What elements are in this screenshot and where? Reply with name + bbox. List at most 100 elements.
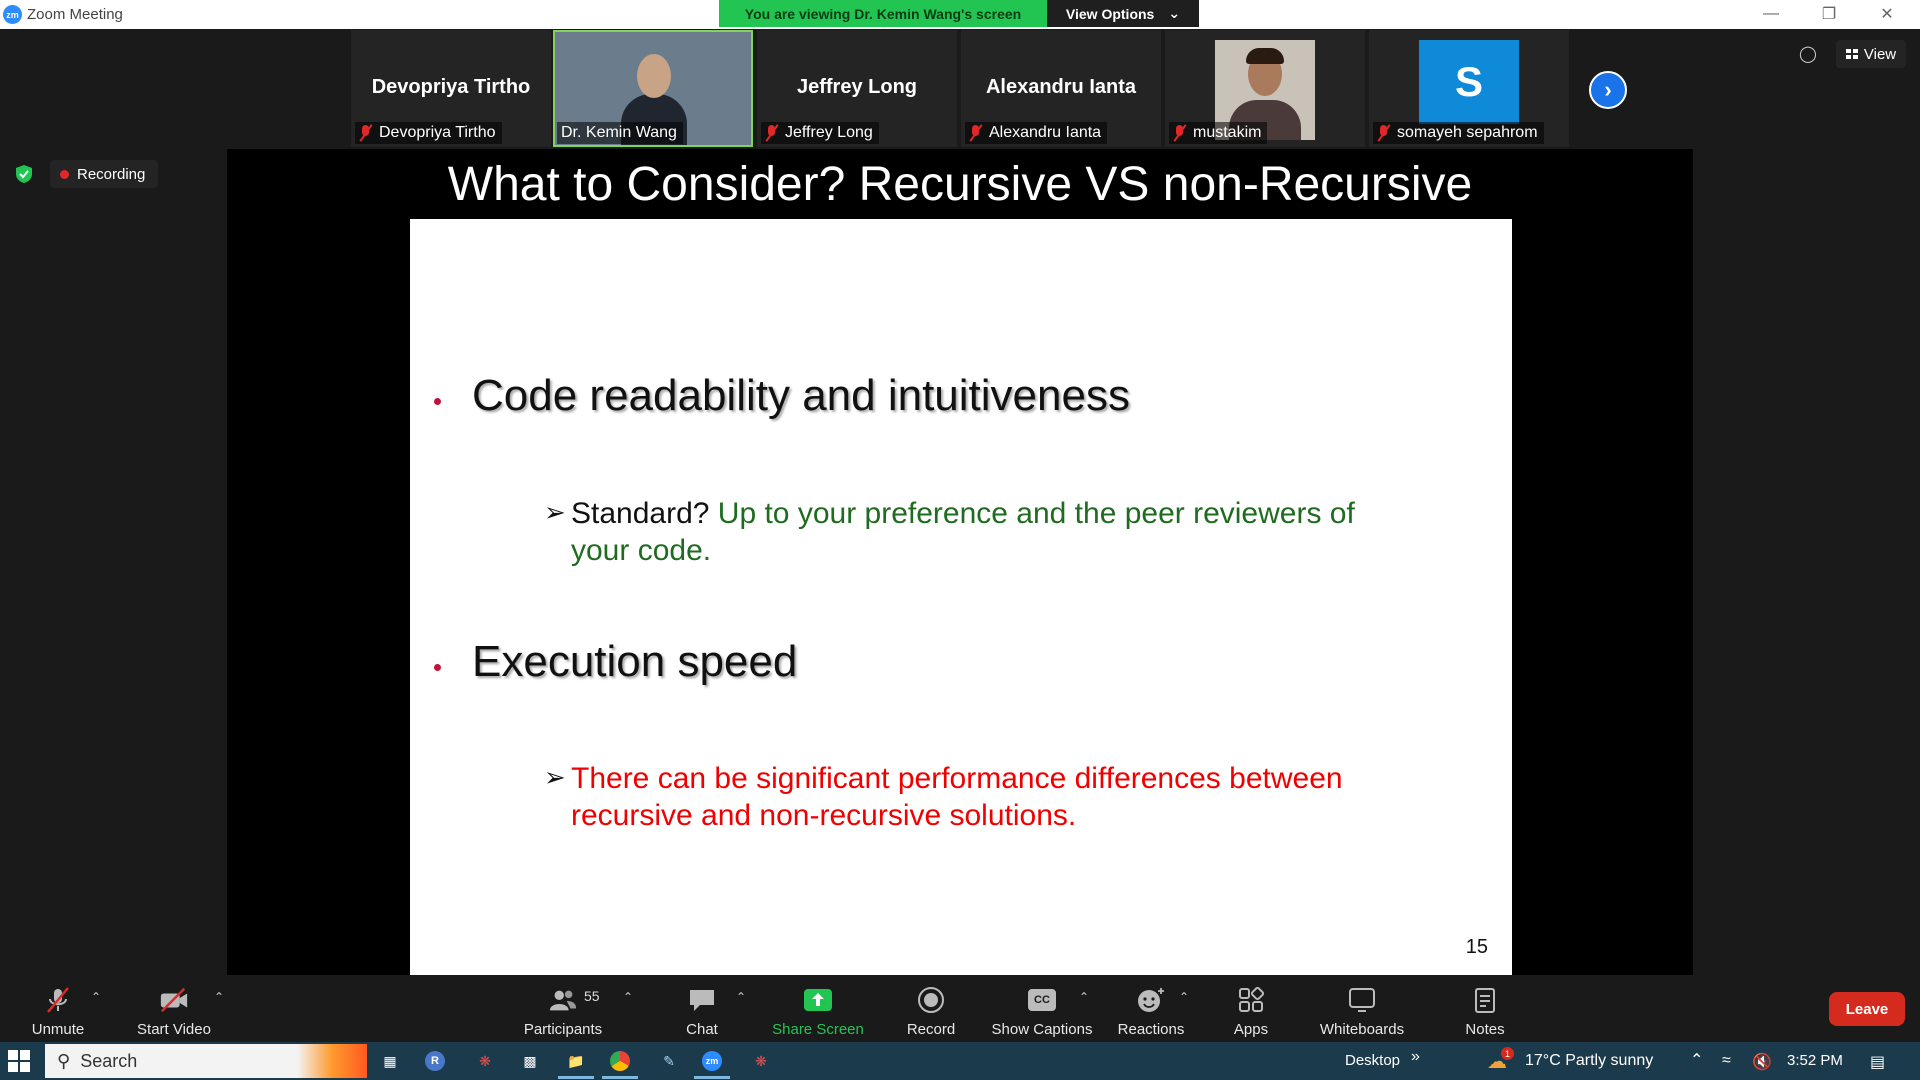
security-shield-icon[interactable] bbox=[14, 164, 34, 184]
notes-icon bbox=[1470, 987, 1500, 1013]
app-gear-icon[interactable]: ❋ bbox=[748, 1048, 774, 1074]
muted-mic-icon bbox=[1377, 125, 1391, 141]
whiteboards-button[interactable]: Whiteboards bbox=[1312, 976, 1412, 1042]
next-page-button[interactable]: › bbox=[1589, 71, 1627, 109]
notes-button[interactable]: Notes bbox=[1454, 976, 1516, 1042]
desktop-toolbar-label[interactable]: Desktop bbox=[1345, 1052, 1400, 1069]
participant-name-large: Jeffrey Long bbox=[796, 76, 918, 98]
unmute-button[interactable]: Unmute bbox=[24, 976, 92, 1042]
zoom-window: zm Zoom Meeting You are viewing Dr. Kemi… bbox=[0, 0, 1920, 1080]
weather-badge: 1 bbox=[1501, 1047, 1514, 1060]
chat-button[interactable]: Chat bbox=[672, 976, 732, 1042]
zoom-app-icon[interactable]: zm bbox=[702, 1051, 722, 1071]
whiteboards-label: Whiteboards bbox=[1319, 1021, 1405, 1038]
search-highlight-image bbox=[297, 1044, 367, 1078]
chevron-up-icon[interactable]: ⌃ bbox=[1079, 990, 1089, 1004]
weather-text[interactable]: 17°C Partly sunny bbox=[1525, 1052, 1653, 1070]
participant-tile-video[interactable]: Dr. Kemin Wang bbox=[553, 30, 753, 147]
participant-tile[interactable]: Jeffrey Long Jeffrey Long bbox=[757, 30, 957, 147]
shared-screen: What to Consider? Recursive VS non-Recur… bbox=[227, 149, 1693, 975]
reactions-label: Reactions bbox=[1117, 1021, 1185, 1038]
chevron-double-right-icon[interactable]: » bbox=[1411, 1048, 1420, 1066]
start-video-button[interactable]: Start Video bbox=[128, 976, 220, 1042]
chevron-down-icon: ⌄ bbox=[1168, 5, 1181, 21]
reactions-button[interactable]: Reactions bbox=[1110, 976, 1192, 1042]
task-view-icon[interactable]: ▦ bbox=[377, 1048, 403, 1074]
file-explorer-icon[interactable]: 📁 bbox=[563, 1048, 589, 1074]
notes-label: Notes bbox=[1465, 1021, 1505, 1038]
participants-strip bbox=[0, 29, 1920, 147]
chat-label: Chat bbox=[686, 1021, 718, 1038]
share-screen-label: Share Screen bbox=[772, 1021, 864, 1038]
participant-label: Jeffrey Long bbox=[761, 122, 879, 144]
participant-name: somayeh sepahrom bbox=[1397, 124, 1538, 141]
active-app-indicator bbox=[558, 1076, 594, 1079]
chevron-up-icon[interactable]: ⌃ bbox=[1179, 990, 1189, 1004]
volume-muted-icon[interactable]: 🔇 bbox=[1752, 1052, 1772, 1072]
restore-button[interactable]: ❐ bbox=[1806, 2, 1852, 26]
active-app-indicator bbox=[602, 1076, 638, 1079]
sub-point: Standard? Up to your preference and the … bbox=[571, 495, 1355, 569]
bullet-text: Code readability and intuitiveness bbox=[472, 371, 1130, 420]
terminal-icon[interactable]: ▩ bbox=[517, 1048, 543, 1074]
notepad-icon[interactable]: ✎ bbox=[656, 1048, 682, 1074]
hide-self-view-icon[interactable]: ◯ bbox=[1796, 42, 1820, 66]
record-button[interactable]: Record bbox=[896, 976, 966, 1042]
chevron-up-icon[interactable]: ⌃ bbox=[1690, 1050, 1703, 1070]
sub-point-text: Up to your preference and the peer revie… bbox=[709, 497, 1355, 530]
participants-count: 55 bbox=[584, 988, 600, 1004]
participant-name: Devopriya Tirtho bbox=[379, 124, 496, 141]
active-app-indicator bbox=[694, 1076, 730, 1079]
avatar-initial: S bbox=[1419, 40, 1519, 124]
zoom-logo-icon: zm bbox=[3, 5, 22, 24]
sub-point-text: your code. bbox=[571, 534, 712, 567]
show-captions-button[interactable]: CC Show Captions bbox=[988, 976, 1096, 1042]
apps-button[interactable]: Apps bbox=[1220, 976, 1282, 1042]
muted-mic-icon bbox=[43, 987, 73, 1013]
chevron-up-icon[interactable]: ⌃ bbox=[214, 990, 224, 1004]
recording-label: Recording bbox=[77, 165, 146, 183]
share-screen-icon bbox=[803, 987, 833, 1013]
taskbar-search-box[interactable]: ⚲ Search bbox=[45, 1044, 367, 1078]
wifi-icon[interactable]: ≈ bbox=[1722, 1052, 1731, 1070]
participant-tile[interactable]: Devopriya Tirtho Devopriya Tirtho bbox=[351, 30, 551, 147]
apps-icon bbox=[1236, 987, 1266, 1013]
windows-start-icon[interactable] bbox=[8, 1050, 30, 1072]
sub-point-text: There can be significant performance dif… bbox=[571, 762, 1343, 795]
participant-name: mustakim bbox=[1193, 124, 1262, 141]
participants-button[interactable]: Participants bbox=[516, 976, 610, 1042]
clock[interactable]: 3:52 PM bbox=[1787, 1052, 1843, 1069]
participant-tile[interactable]: S somayeh sepahrom bbox=[1369, 30, 1569, 147]
muted-mic-icon bbox=[1173, 125, 1187, 141]
muted-mic-icon bbox=[765, 125, 779, 141]
app-gear-icon[interactable]: ❋ bbox=[472, 1048, 498, 1074]
slide-page-number: 15 bbox=[1465, 936, 1488, 958]
share-screen-button[interactable]: Share Screen bbox=[768, 976, 868, 1042]
chevron-up-icon[interactable]: ⌃ bbox=[91, 990, 101, 1004]
record-icon bbox=[916, 987, 946, 1013]
participant-label: mustakim bbox=[1169, 122, 1268, 144]
arrow-bullet-icon: ➢ bbox=[544, 762, 566, 792]
recording-indicator[interactable]: Recording bbox=[50, 160, 158, 188]
notifications-icon[interactable]: ▤ bbox=[1870, 1052, 1885, 1072]
grid-icon bbox=[1845, 49, 1858, 59]
window-title: Zoom Meeting bbox=[27, 6, 123, 23]
chevron-up-icon[interactable]: ⌃ bbox=[623, 990, 633, 1004]
participants-label: Participants bbox=[523, 1021, 603, 1038]
close-button[interactable]: ✕ bbox=[1864, 2, 1910, 26]
muted-mic-icon bbox=[359, 125, 373, 141]
leave-button[interactable]: Leave bbox=[1829, 992, 1905, 1026]
viewing-banner: You are viewing Dr. Kemin Wang's screen bbox=[719, 0, 1047, 27]
minimize-button[interactable]: — bbox=[1748, 2, 1794, 26]
participant-tile[interactable]: mustakim bbox=[1165, 30, 1365, 147]
participant-label: somayeh sepahrom bbox=[1373, 122, 1544, 144]
chat-icon bbox=[687, 987, 717, 1013]
view-options-button[interactable]: View Options ⌄ bbox=[1047, 0, 1199, 27]
participant-name-large: Alexandru Ianta bbox=[985, 76, 1137, 98]
participant-tile[interactable]: Alexandru Ianta Alexandru Ianta bbox=[961, 30, 1161, 147]
windows-taskbar: ⚲ Search ▦ R ❋ ▩ 📁 ✎ zm ❋ Desktop » ☁ 1 … bbox=[0, 1042, 1920, 1080]
chrome-icon[interactable] bbox=[610, 1051, 630, 1071]
view-button[interactable]: View bbox=[1836, 40, 1906, 68]
r-app-icon[interactable]: R bbox=[425, 1051, 445, 1071]
chevron-up-icon[interactable]: ⌃ bbox=[736, 990, 746, 1004]
